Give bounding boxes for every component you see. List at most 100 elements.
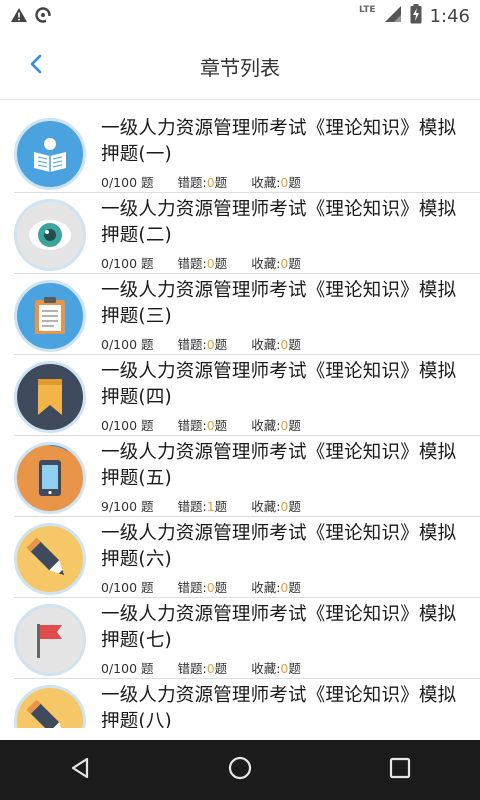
favorite-suffix: 题 bbox=[288, 580, 301, 595]
bookmark-icon bbox=[14, 361, 86, 433]
chapter-title: 一级人力资源管理师考试《理论知识》模拟押题(七) bbox=[101, 604, 457, 651]
chapter-item-2[interactable]: 一级人力资源管理师考试《理论知识》模拟押题(二) 0/100 题 错题:0题 收… bbox=[14, 193, 480, 274]
wrong-value: 0 bbox=[206, 661, 215, 676]
wrong-label: 错题: bbox=[177, 175, 207, 190]
progress-count: 0/100 题 bbox=[101, 256, 154, 271]
wrong-count: 错题:0题 bbox=[178, 334, 228, 353]
battery-icon bbox=[410, 4, 422, 28]
chapter-title: 一级人力资源管理师考试《理论知识》模拟押题(六) bbox=[101, 523, 457, 570]
eye-icon bbox=[14, 199, 86, 271]
favorite-label: 收藏: bbox=[251, 175, 281, 190]
wrong-count: 错题:0题 bbox=[178, 415, 228, 434]
chapter-stats: 9/100 题 错题:1题 收藏:0题 bbox=[101, 496, 325, 515]
pencil-icon bbox=[14, 685, 86, 728]
chapter-title: 一级人力资源管理师考试《理论知识》模拟押题(五) bbox=[101, 442, 457, 489]
wrong-value: 0 bbox=[206, 337, 215, 352]
network-type: LTE bbox=[359, 5, 376, 15]
square-recents-icon bbox=[389, 757, 411, 783]
tablet-icon bbox=[14, 442, 86, 514]
favorite-label: 收藏: bbox=[251, 337, 281, 352]
wrong-label: 错题: bbox=[177, 661, 207, 676]
chapter-title: 一级人力资源管理师考试《理论知识》模拟押题(四) bbox=[101, 361, 457, 408]
favorite-count: 收藏:0题 bbox=[251, 172, 301, 191]
chapter-item-1[interactable]: 一级人力资源管理师考试《理论知识》模拟押题(一) 0/100 题 错题:0题 收… bbox=[14, 112, 480, 193]
wrong-count: 错题:0题 bbox=[178, 172, 228, 191]
favorite-suffix: 题 bbox=[288, 256, 301, 271]
favorite-suffix: 题 bbox=[288, 337, 301, 352]
chapter-item-3[interactable]: 一级人力资源管理师考试《理论知识》模拟押题(三) 0/100 题 错题:0题 收… bbox=[14, 274, 480, 355]
favorite-suffix: 题 bbox=[288, 499, 301, 514]
wrong-suffix: 题 bbox=[214, 256, 228, 271]
chapter-stats: 0/100 题 错题:0题 收藏:0题 bbox=[101, 334, 325, 353]
wrong-suffix: 题 bbox=[214, 661, 228, 676]
favorite-count: 收藏:0题 bbox=[251, 496, 301, 515]
wrong-label: 错题: bbox=[177, 418, 207, 433]
clipboard-icon bbox=[14, 280, 86, 352]
status-bar: LTE 1:46 bbox=[0, 0, 480, 32]
favorite-suffix: 题 bbox=[288, 418, 301, 433]
chapter-item-6[interactable]: 一级人力资源管理师考试《理论知识》模拟押题(六) 0/100 题 错题:0题 收… bbox=[14, 517, 480, 598]
nav-recents-button[interactable] bbox=[370, 740, 430, 800]
progress-count: 0/100 题 bbox=[101, 337, 154, 352]
clock: 1:46 bbox=[429, 5, 470, 27]
triangle-back-icon bbox=[68, 756, 92, 784]
wrong-suffix: 题 bbox=[214, 175, 228, 190]
progress-count: 0/100 题 bbox=[101, 580, 154, 595]
chapter-stats: 0/100 题 错题:0题 收藏:0题 bbox=[101, 253, 325, 272]
favorite-count: 收藏:0题 bbox=[251, 577, 301, 596]
wrong-suffix: 题 bbox=[214, 337, 228, 352]
favorite-suffix: 题 bbox=[288, 175, 301, 190]
system-nav-bar bbox=[0, 740, 480, 800]
wrong-value: 0 bbox=[206, 580, 215, 595]
status-left bbox=[10, 6, 52, 28]
nav-back-button[interactable] bbox=[50, 740, 110, 800]
chapter-title: 一级人力资源管理师考试《理论知识》模拟押题(一) bbox=[101, 118, 457, 165]
chapter-title: 一级人力资源管理师考试《理论知识》模拟押题(二) bbox=[101, 199, 457, 246]
wrong-count: 错题:0题 bbox=[178, 577, 228, 596]
chapter-stats: 0/100 题 错题:0题 收藏:0题 bbox=[101, 172, 325, 191]
chapter-title: 一级人力资源管理师考试《理论知识》模拟押题(三) bbox=[101, 280, 457, 327]
wrong-value: 0 bbox=[206, 418, 215, 433]
wrong-label: 错题: bbox=[177, 580, 207, 595]
chapter-item-5[interactable]: 一级人力资源管理师考试《理论知识》模拟押题(五) 9/100 题 错题:1题 收… bbox=[14, 436, 480, 517]
wrong-suffix: 题 bbox=[214, 418, 228, 433]
favorite-suffix: 题 bbox=[288, 661, 301, 676]
app-header: 章节列表 bbox=[0, 32, 480, 100]
chapter-stats: 0/100 题 错题:0题 收藏:0题 bbox=[101, 415, 325, 434]
warning-icon bbox=[10, 7, 28, 27]
reading-person-icon bbox=[14, 118, 86, 190]
page-title: 章节列表 bbox=[200, 56, 280, 80]
chapter-item-8[interactable]: 一级人力资源管理师考试《理论知识》模拟押题(八) bbox=[14, 679, 480, 728]
favorite-count: 收藏:0题 bbox=[251, 658, 301, 677]
data-saver-icon bbox=[34, 6, 52, 28]
status-right: LTE 1:46 bbox=[359, 4, 470, 28]
wrong-label: 错题: bbox=[177, 499, 207, 514]
wrong-count: 错题:1题 bbox=[178, 496, 228, 515]
chapter-item-7[interactable]: 一级人力资源管理师考试《理论知识》模拟押题(七) 0/100 题 错题:0题 收… bbox=[14, 598, 480, 679]
chapter-item-4[interactable]: 一级人力资源管理师考试《理论知识》模拟押题(四) 0/100 题 错题:0题 收… bbox=[14, 355, 480, 436]
favorite-count: 收藏:0题 bbox=[251, 415, 301, 434]
favorite-label: 收藏: bbox=[251, 661, 281, 676]
signal-icon bbox=[384, 5, 402, 27]
wrong-label: 错题: bbox=[177, 256, 207, 271]
progress-count: 9/100 题 bbox=[101, 499, 154, 514]
wrong-label: 错题: bbox=[177, 337, 207, 352]
chapter-list: 一级人力资源管理师考试《理论知识》模拟押题(一) 0/100 题 错题:0题 收… bbox=[0, 112, 480, 728]
chapter-title: 一级人力资源管理师考试《理论知识》模拟押题(八) bbox=[101, 685, 457, 728]
wrong-suffix: 题 bbox=[214, 499, 228, 514]
progress-count: 0/100 题 bbox=[101, 661, 154, 676]
chapter-stats: 0/100 题 错题:0题 收藏:0题 bbox=[101, 577, 325, 596]
pencil-icon bbox=[14, 523, 86, 595]
nav-home-button[interactable] bbox=[210, 740, 270, 800]
progress-ring bbox=[49, 445, 70, 452]
favorite-count: 收藏:0题 bbox=[251, 253, 301, 272]
favorite-count: 收藏:0题 bbox=[251, 334, 301, 353]
favorite-label: 收藏: bbox=[251, 256, 281, 271]
wrong-value: 0 bbox=[206, 175, 215, 190]
wrong-value: 1 bbox=[206, 499, 215, 514]
favorite-label: 收藏: bbox=[251, 499, 281, 514]
progress-count: 0/100 题 bbox=[101, 175, 154, 190]
favorite-label: 收藏: bbox=[251, 580, 281, 595]
wrong-count: 错题:0题 bbox=[178, 253, 228, 272]
favorite-label: 收藏: bbox=[251, 418, 281, 433]
